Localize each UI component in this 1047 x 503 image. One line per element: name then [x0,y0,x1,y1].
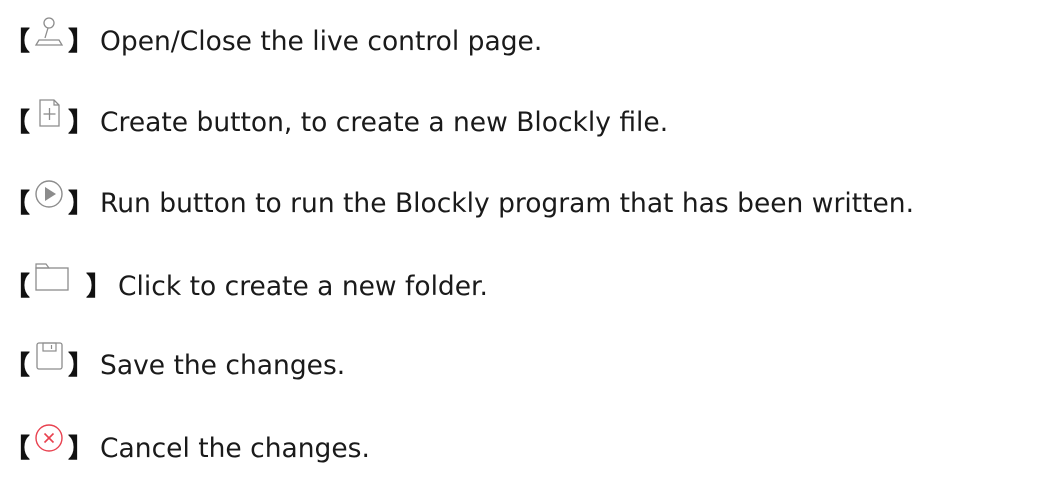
close-bracket: 】 [86,272,113,302]
close-bracket: 】 [68,27,95,57]
save-icon [32,339,66,373]
joystick-icon [32,15,66,49]
play-icon [32,177,66,211]
close-bracket: 】 [68,351,95,381]
close-bracket: 】 [68,108,95,138]
row-cancel: 【 】 Cancel the changes. [4,423,370,475]
open-bracket: 【 [4,189,31,219]
close-bracket: 】 [68,189,95,219]
row-description: Open/Close the live control page. [100,25,543,57]
row-save: 【 】 Save the changes. [4,340,345,392]
row-live-control: 【 】 Open/Close the live control page. [4,16,542,68]
open-bracket: 【 [4,108,31,138]
folder-icon [32,260,72,294]
row-new-folder: 【 】 Click to create a new folder. [4,261,488,313]
row-new-file: 【 】 Create button, to create a new Block… [4,97,668,149]
row-description: Save the changes. [100,349,346,381]
open-bracket: 【 [4,351,31,381]
row-description: Create button, to create a new Blockly f… [100,106,669,138]
open-bracket: 【 [4,272,31,302]
row-description: Click to create a new folder. [118,270,488,302]
open-bracket: 【 [4,434,31,464]
open-bracket: 【 [4,27,31,57]
close-bracket: 】 [68,434,95,464]
row-description: Cancel the changes. [100,432,370,464]
new-file-icon [32,96,66,130]
row-run: 【 】 Run button to run the Blockly progra… [4,178,914,230]
row-description: Run button to run the Blockly program th… [100,187,915,219]
cancel-icon [32,422,66,456]
